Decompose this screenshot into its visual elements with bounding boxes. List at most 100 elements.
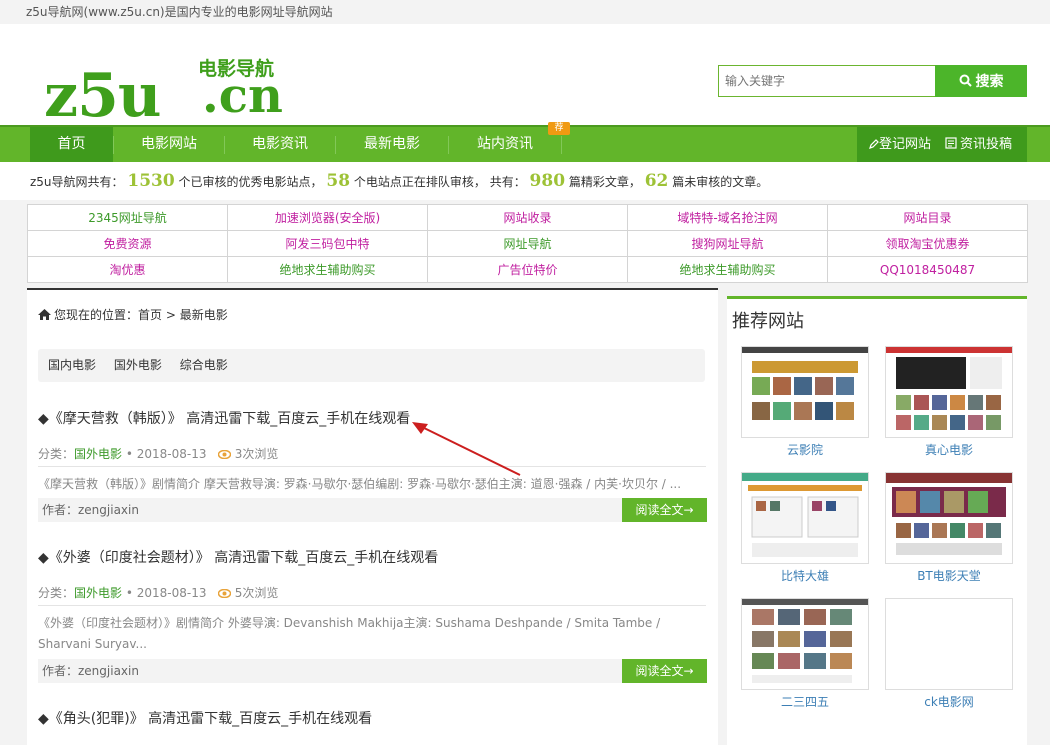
recommended-site[interactable]: 二三四五 xyxy=(741,598,869,710)
post-views: 5次浏览 xyxy=(234,586,279,600)
thumbnail-image xyxy=(886,347,1012,430)
panel-title: 推荐网站 xyxy=(732,311,804,332)
site-thumbnail[interactable] xyxy=(741,346,869,438)
category-domestic[interactable]: 国内电影 xyxy=(48,358,96,372)
recommended-site[interactable]: 比特大雄 xyxy=(741,472,869,584)
link-cell[interactable]: 绝地求生辅助购买 xyxy=(227,256,428,283)
link-cell[interactable]: 广告位特价 xyxy=(427,256,628,283)
eye-icon xyxy=(217,589,231,598)
link-cell[interactable]: 网站收录 xyxy=(427,204,628,231)
link-cell[interactable]: 域特特-域名抢注网 xyxy=(627,204,828,231)
thumbnail-image xyxy=(886,473,1012,555)
site-name[interactable]: ck电影网 xyxy=(885,693,1013,710)
post-meta: 分类：国外电影 • 2018-08-13 3次浏览 xyxy=(38,445,278,462)
stats-unreviewed-count: 62 xyxy=(644,171,669,191)
link-cell[interactable]: QQ1018450487 xyxy=(827,256,1028,283)
recommended-site[interactable]: 云影院 xyxy=(741,346,869,458)
top-info-bar: z5u导航网(www.z5u.cn)是国内专业的电影网址导航网站 xyxy=(0,0,1050,24)
category-foreign[interactable]: 国外电影 xyxy=(114,358,162,372)
nav-item-movie-news[interactable]: 电影资讯 xyxy=(225,127,335,162)
recommended-site[interactable]: 真心电影 xyxy=(885,346,1013,458)
stats-article-count: 980 xyxy=(529,171,566,191)
pencil-icon xyxy=(869,139,879,149)
nav-item-movie-sites[interactable]: 电影网站 xyxy=(114,127,224,162)
nav-right-actions: 登记网站 资讯投稿 xyxy=(857,127,1027,162)
submit-news-link[interactable]: 资讯投稿 xyxy=(945,127,1012,162)
post-category[interactable]: 国外电影 xyxy=(74,586,122,600)
link-cell[interactable]: 阿发三码包中特 xyxy=(227,230,428,257)
breadcrumb-current[interactable]: 最新电影 xyxy=(180,308,228,322)
thumbnail-image xyxy=(742,473,868,557)
logo-cn: .cn xyxy=(202,68,283,124)
breadcrumb-home[interactable]: 首页 xyxy=(138,308,162,322)
site-thumbnail[interactable] xyxy=(741,472,869,564)
thumbnail-image xyxy=(742,599,868,683)
site-name[interactable]: 云影院 xyxy=(741,441,869,458)
site-name[interactable]: BT电影天堂 xyxy=(885,567,1013,584)
recommended-site[interactable]: ck电影网 xyxy=(885,598,1013,710)
stats-text: 篇未审核的文章。 xyxy=(672,175,769,189)
site-thumbnail[interactable] xyxy=(885,598,1013,690)
post-author: 作者：zengjiaxin xyxy=(42,664,139,678)
stats-text: 个电站点正在排队审核， 共有： xyxy=(353,175,526,189)
link-cell[interactable]: 2345网址导航 xyxy=(27,204,228,231)
post-title[interactable]: ◆《摩天营救（韩版）》 高清迅雷下载_百度云_手机在线观看 xyxy=(38,408,708,428)
header: 电影导航 z5u .cn 搜索 xyxy=(0,24,1050,131)
link-cell[interactable]: 淘优惠 xyxy=(27,256,228,283)
search-button[interactable]: 搜索 xyxy=(935,65,1027,97)
post-date: • 2018-08-13 xyxy=(125,447,207,461)
post-category-label: 分类： xyxy=(38,447,75,461)
site-thumbnail[interactable] xyxy=(741,598,869,690)
post-footer: 作者：zengjiaxin 阅读全文→ xyxy=(38,498,707,522)
read-more-button[interactable]: 阅读全文→ xyxy=(622,498,707,522)
post-item: ◆《外婆（印度社会题材）》 高清迅雷下载_百度云_手机在线观看 分类：国外电影 … xyxy=(38,547,708,687)
home-icon xyxy=(38,309,51,320)
post-category[interactable]: 国外电影 xyxy=(74,447,122,461)
link-cell[interactable]: 网址导航 xyxy=(427,230,628,257)
nav-item-site-news[interactable]: 站内资讯 xyxy=(449,127,561,162)
link-cell[interactable]: 加速浏览器(安全版) xyxy=(227,204,428,231)
stats-approved-count: 1530 xyxy=(127,171,175,191)
nav-item-latest-movies[interactable]: 最新电影 xyxy=(336,127,448,162)
link-cell[interactable]: 领取淘宝优惠券 xyxy=(827,230,1028,257)
link-cell[interactable]: 免费资源 xyxy=(27,230,228,257)
link-cell[interactable]: 网站目录 xyxy=(827,204,1028,231)
post-title[interactable]: ◆《角头(犯罪)》 高清迅雷下载_百度云_手机在线观看 xyxy=(38,708,708,728)
nav-item-home[interactable]: 首页 xyxy=(30,127,113,162)
site-name[interactable]: 真心电影 xyxy=(885,441,1013,458)
breadcrumb-prefix: 您现在的位置： xyxy=(54,308,139,322)
post-item: ◆《摩天营救（韩版）》 高清迅雷下载_百度云_手机在线观看 分类：国外电影 • … xyxy=(38,408,708,528)
breadcrumb: 您现在的位置：首页 > 最新电影 xyxy=(38,306,228,323)
nav-divider xyxy=(561,136,562,154)
read-more-button[interactable]: 阅读全文→ xyxy=(622,659,707,683)
register-site-label: 登记网站 xyxy=(879,137,932,152)
post-excerpt: 《摩天营救（韩版）》剧情简介 摩天营救导演: 罗森·马歇尔·瑟伯编剧: 罗森·马… xyxy=(38,477,682,491)
category-bar: 国内电影 国外电影 综合电影 xyxy=(38,349,705,382)
main-content: 您现在的位置：首页 > 最新电影 国内电影 国外电影 综合电影 ◆《摩天营救（韩… xyxy=(27,288,718,745)
post-category-label: 分类： xyxy=(38,586,75,600)
logo-main: z5u xyxy=(44,61,161,131)
post-title[interactable]: ◆《外婆（印度社会题材）》 高清迅雷下载_百度云_手机在线观看 xyxy=(38,547,708,567)
post-views: 3次浏览 xyxy=(234,447,279,461)
eye-icon xyxy=(217,450,231,459)
link-cell[interactable]: 搜狗网址导航 xyxy=(627,230,828,257)
site-thumbnail[interactable] xyxy=(885,346,1013,438)
post-excerpt: 《外婆（印度社会题材）》剧情简介 外婆导演: Devanshish Makhij… xyxy=(38,616,661,651)
site-name[interactable]: 比特大雄 xyxy=(741,567,869,584)
stats-text: 个已审核的优秀电影站点， xyxy=(178,175,323,189)
thumbnail-image xyxy=(742,347,868,420)
search-input[interactable] xyxy=(718,65,936,97)
friend-links-table: 2345网址导航 加速浏览器(安全版) 网站收录 域特特-域名抢注网 网站目录 … xyxy=(27,204,1028,283)
stats-pending-count: 58 xyxy=(326,171,351,191)
register-site-link[interactable]: 登记网站 xyxy=(869,127,931,162)
search-icon xyxy=(959,74,972,87)
site-thumbnail[interactable] xyxy=(885,472,1013,564)
search-box: 搜索 xyxy=(718,65,1028,97)
category-general[interactable]: 综合电影 xyxy=(180,358,228,372)
stats-text: 篇精彩文章， xyxy=(568,175,641,189)
post-date: • 2018-08-13 xyxy=(125,586,207,600)
link-cell[interactable]: 绝地求生辅助购买 xyxy=(627,256,828,283)
recommended-site[interactable]: BT电影天堂 xyxy=(885,472,1013,584)
site-name[interactable]: 二三四五 xyxy=(741,693,869,710)
post-footer: 作者：zengjiaxin 阅读全文→ xyxy=(38,659,707,683)
